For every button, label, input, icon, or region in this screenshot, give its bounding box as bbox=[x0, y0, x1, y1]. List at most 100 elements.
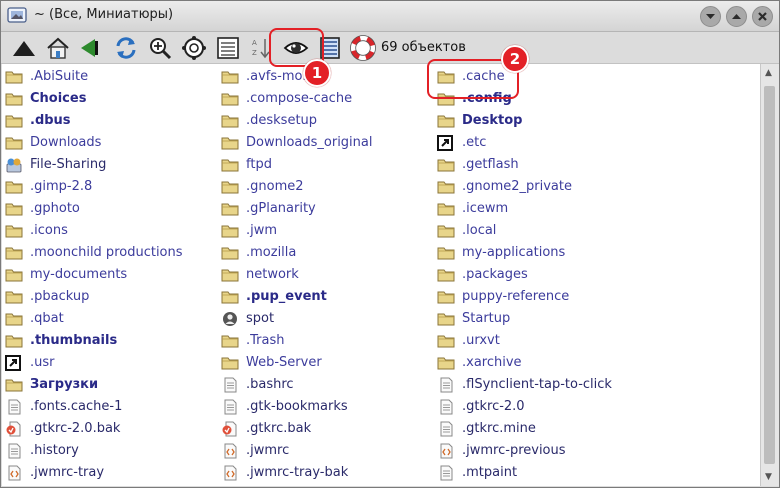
item-label: .usr bbox=[30, 355, 55, 370]
folder-icon bbox=[5, 377, 23, 393]
text-icon bbox=[5, 443, 23, 459]
item-label: Web-Server bbox=[246, 355, 322, 370]
callout-badge-2: 2 bbox=[501, 45, 529, 73]
home-button[interactable] bbox=[45, 35, 71, 61]
back-icon bbox=[81, 39, 98, 57]
scrollbar-thumb[interactable] bbox=[764, 86, 775, 464]
up-button[interactable] bbox=[11, 35, 37, 61]
minimize-icon bbox=[706, 14, 715, 19]
folder-icon bbox=[437, 355, 455, 371]
item-label: .getflash bbox=[462, 157, 519, 172]
text-icon bbox=[437, 465, 455, 481]
file-list[interactable]: .AbiSuite Choices .dbus Downloads File-Shari… bbox=[2, 64, 760, 486]
folder-icon bbox=[437, 311, 455, 327]
app-icon bbox=[7, 7, 27, 23]
text-icon bbox=[221, 399, 239, 415]
item-label: .gnome2_private bbox=[462, 179, 572, 194]
item-label: Downloads bbox=[30, 135, 102, 150]
maximize-icon bbox=[732, 14, 741, 19]
folder-icon bbox=[5, 179, 23, 195]
code-icon bbox=[221, 465, 239, 481]
svg-text:Z: Z bbox=[252, 49, 257, 57]
item-label: .gtkrc.mine bbox=[462, 421, 536, 436]
help-button[interactable] bbox=[350, 35, 376, 61]
up-arrow-icon bbox=[13, 41, 35, 56]
item-label: .gtkrc-2.0.bak bbox=[30, 421, 121, 436]
item-label: .gPlanarity bbox=[246, 201, 316, 216]
minimize-button[interactable] bbox=[700, 6, 721, 27]
object-count: 69 объектов bbox=[381, 40, 466, 55]
title-bar[interactable]: ~ (Все, Миниатюры) bbox=[1, 1, 779, 32]
item-label: .jwm bbox=[246, 223, 278, 238]
file-manager-window: ~ (Все, Миниатюры) A Z 69 объектов .AbiS… bbox=[0, 0, 780, 488]
vertical-scrollbar[interactable]: ▲ ▼ bbox=[760, 64, 779, 486]
scroll-up-icon[interactable]: ▲ bbox=[765, 68, 772, 78]
item-label: .qbat bbox=[30, 311, 64, 326]
item-label: .gimp-2.8 bbox=[30, 179, 93, 194]
backup-icon bbox=[221, 421, 239, 437]
close-icon bbox=[758, 12, 767, 21]
svg-text:A: A bbox=[252, 39, 257, 47]
zoom-in-button[interactable] bbox=[147, 35, 173, 61]
scroll-down-icon[interactable]: ▼ bbox=[765, 472, 772, 482]
zoom-fit-icon bbox=[182, 36, 206, 60]
item-label: .icewm bbox=[462, 201, 509, 216]
item-label: .dbus bbox=[30, 113, 71, 128]
item-label: puppy-reference bbox=[462, 289, 570, 304]
details-view-button[interactable] bbox=[215, 35, 241, 61]
item-label: .mtpaint bbox=[462, 465, 518, 480]
folder-icon bbox=[437, 289, 455, 305]
item-label: .Trash bbox=[246, 333, 285, 348]
refresh-button[interactable] bbox=[113, 35, 139, 61]
item-label: ftpd bbox=[246, 157, 272, 172]
text-icon bbox=[437, 399, 455, 415]
folder-icon bbox=[221, 113, 239, 129]
item-label: network bbox=[246, 267, 299, 282]
item-label: .pup_event bbox=[246, 289, 327, 304]
item-label: .etc bbox=[462, 135, 487, 150]
folder-icon bbox=[221, 289, 239, 305]
folder-icon bbox=[5, 69, 23, 85]
item-label: .gtk-bookmarks bbox=[246, 399, 348, 414]
zoom-in-icon bbox=[150, 38, 172, 60]
item-label: .icons bbox=[30, 223, 68, 238]
help-lifebuoy-icon bbox=[350, 35, 376, 61]
item-label: Downloads_original bbox=[246, 135, 373, 150]
item-label: .jwmrc bbox=[246, 443, 290, 458]
item-label: .moonchild productions bbox=[30, 245, 183, 260]
close-button[interactable] bbox=[752, 6, 773, 27]
folder-icon bbox=[437, 201, 455, 217]
item-label: Desktop bbox=[462, 113, 523, 128]
item-label: .bashrc bbox=[246, 377, 294, 392]
maximize-button[interactable] bbox=[726, 6, 747, 27]
code-icon bbox=[5, 465, 23, 481]
code-icon bbox=[221, 443, 239, 459]
back-button[interactable] bbox=[77, 35, 103, 61]
item-label: Choices bbox=[30, 91, 87, 106]
item-label: .compose-cache bbox=[246, 91, 353, 106]
text-icon bbox=[5, 399, 23, 415]
item-label: .gphoto bbox=[30, 201, 80, 216]
text-icon bbox=[437, 421, 455, 437]
folder-icon bbox=[5, 245, 23, 261]
folder-icon bbox=[221, 157, 239, 173]
item-label: .fonts.cache-1 bbox=[30, 399, 123, 414]
symlink-icon bbox=[5, 355, 23, 371]
folder-icon bbox=[5, 267, 23, 283]
window-title: ~ (Все, Миниатюры) bbox=[34, 7, 174, 22]
folder-icon bbox=[437, 179, 455, 195]
item-label: .AbiSuite bbox=[30, 69, 89, 84]
zoom-fit-button[interactable] bbox=[181, 35, 207, 61]
folder-icon bbox=[221, 333, 239, 349]
folder-icon bbox=[221, 201, 239, 217]
item-label: Загрузки bbox=[30, 377, 99, 392]
item-label: .gtkrc.bak bbox=[246, 421, 312, 436]
text-icon bbox=[437, 377, 455, 393]
folder-icon bbox=[221, 179, 239, 195]
item-label: Startup bbox=[462, 311, 511, 326]
backup-icon bbox=[5, 421, 23, 437]
folder-icon bbox=[5, 289, 23, 305]
item-label: .mozilla bbox=[246, 245, 297, 260]
folder-icon bbox=[437, 333, 455, 349]
folder-icon bbox=[5, 91, 23, 107]
